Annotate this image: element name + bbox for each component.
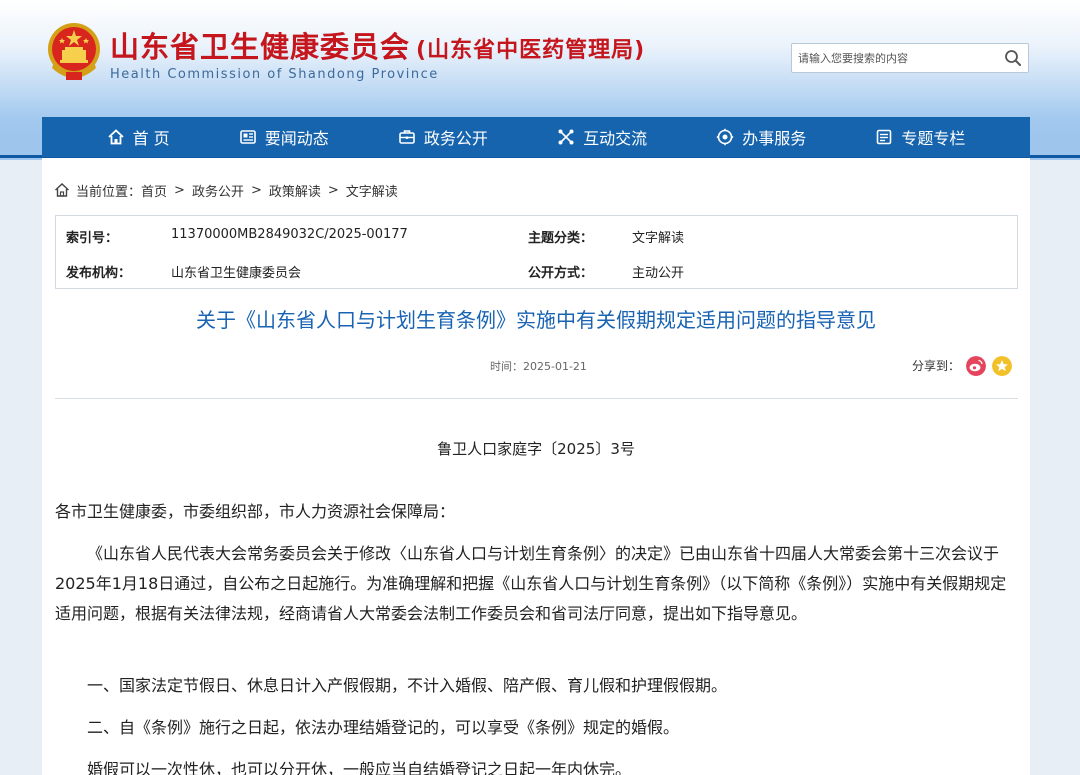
breadcrumb-link-home[interactable]: 首页 bbox=[141, 181, 167, 200]
publisher-value: 山东省卫生健康委员会 bbox=[171, 266, 302, 281]
search-input[interactable] bbox=[792, 44, 997, 72]
site-subtitle: (山东省中医药管理局) bbox=[416, 38, 646, 63]
site-title: 山东省卫生健康委员会 (山东省中医药管理局) bbox=[110, 30, 646, 64]
site-english-name: Health Commission of Shandong Province bbox=[110, 67, 439, 82]
breadcrumb: 当前位置： 首页 > 政务公开 > 政策解读 > 文字解读 bbox=[54, 180, 398, 200]
nav-item-interaction[interactable]: 互动交流 bbox=[557, 125, 647, 149]
article-paragraph: 一、国家法定节假日、休息日计入产假假期，不计入婚假、陪产假、育儿假和护理假假期。 bbox=[87, 676, 728, 695]
nav-item-services[interactable]: 办事服务 bbox=[716, 125, 806, 149]
article-meta-table: 索引号： 11370000MB2849032C/2025-00177 主题分类：… bbox=[55, 215, 1018, 289]
breadcrumb-separator: > bbox=[250, 182, 262, 198]
publisher-label: 发布机构： bbox=[66, 266, 132, 281]
interaction-icon bbox=[558, 129, 574, 145]
nav-item-label: 互动交流 bbox=[583, 129, 648, 148]
article-paragraph-salutation: 各市卫生健康委，市委组织部，市人力资源社会保障局： bbox=[55, 502, 456, 521]
topic-icon bbox=[877, 129, 892, 145]
nav-item-label: 办事服务 bbox=[742, 129, 807, 148]
nav-item-label: 专题专栏 bbox=[901, 129, 966, 148]
breadcrumb-link-government-affairs[interactable]: 政务公开 bbox=[192, 181, 244, 200]
breadcrumb-link-text-interpretation[interactable]: 文字解读 bbox=[346, 181, 398, 200]
article-card: 当前位置： 首页 > 政务公开 > 政策解读 > 文字解读 索引号： 11370… bbox=[42, 158, 1030, 775]
article-title: 关于《山东省人口与计划生育条例》实施中有关假期规定适用问题的指导意见 bbox=[196, 308, 876, 332]
disclosure-value: 主动公开 bbox=[632, 266, 685, 281]
nav-item-label: 首 页 bbox=[132, 129, 170, 148]
weibo-icon[interactable] bbox=[966, 356, 986, 376]
nav-item-label: 要闻动态 bbox=[264, 129, 329, 148]
publish-time: 时间：2025-01-21 bbox=[490, 360, 587, 373]
service-icon bbox=[717, 128, 734, 146]
topic-label: 主题分类： bbox=[528, 231, 594, 246]
disclosure-label: 公开方式： bbox=[528, 266, 594, 281]
nav-item-home[interactable]: 首 页 bbox=[107, 125, 170, 149]
article-paragraph: 婚假可以一次性休，也可以分开休，一般应当自结婚登记之日起一年内休完。 bbox=[87, 760, 632, 775]
national-emblem-icon bbox=[48, 23, 100, 80]
article-paragraph: 二、自《条例》施行之日起，依法办理结婚登记的，可以享受《条例》规定的婚假。 bbox=[87, 718, 680, 737]
topic-value: 文字解读 bbox=[632, 231, 685, 246]
breadcrumb-link-policy-interpretation[interactable]: 政策解读 bbox=[269, 181, 321, 200]
divider bbox=[55, 398, 1018, 399]
main-nav: 首 页 要闻动态 政务公开 互动交流 办事服务 专题专栏 bbox=[42, 117, 1030, 157]
breadcrumb-separator: > bbox=[327, 182, 339, 198]
nav-item-news[interactable]: 要闻动态 bbox=[239, 125, 329, 149]
news-icon bbox=[239, 130, 256, 144]
share-label: 分享到： bbox=[912, 359, 961, 373]
breadcrumb-prefix: 当前位置： bbox=[76, 184, 142, 200]
document-number: 鲁卫人口家庭字〔2025〕3号 bbox=[437, 440, 635, 458]
briefcase-icon bbox=[399, 130, 415, 144]
nav-item-government-affairs[interactable]: 政务公开 bbox=[398, 125, 488, 149]
home-icon bbox=[55, 183, 69, 197]
nav-item-topics[interactable]: 专题专栏 bbox=[875, 125, 965, 149]
home-icon bbox=[107, 129, 124, 145]
index-value: 11370000MB2849032C/2025-00177 bbox=[171, 227, 408, 242]
favorite-star-icon[interactable] bbox=[992, 356, 1012, 376]
nav-item-label: 政务公开 bbox=[423, 129, 488, 148]
search-box bbox=[791, 43, 1029, 73]
search-icon[interactable] bbox=[1004, 49, 1022, 67]
breadcrumb-separator: > bbox=[174, 182, 185, 198]
index-label: 索引号： bbox=[66, 231, 119, 246]
article-paragraph: 《山东省人民代表大会常务委员会关于修改〈山东省人口与计划生育条例〉的决定》已由山… bbox=[55, 544, 1007, 623]
